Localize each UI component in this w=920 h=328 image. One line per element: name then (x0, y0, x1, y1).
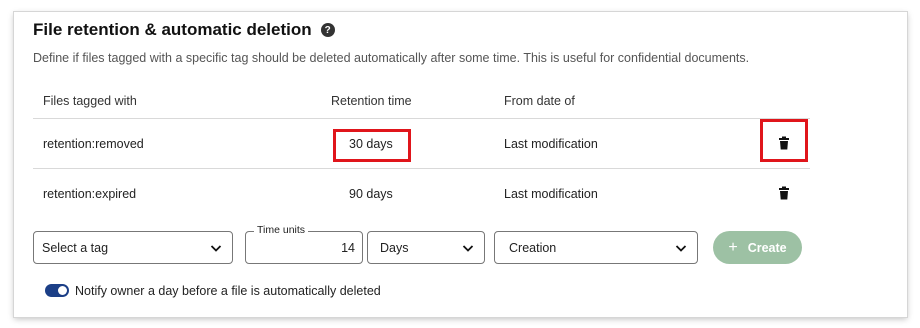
notify-label: Notify owner a day before a file is auto… (75, 284, 381, 298)
title-row: File retention & automatic deletion ? (33, 20, 335, 40)
retention-card: File retention & automatic deletion ? De… (14, 12, 907, 317)
chevron-down-icon (675, 245, 687, 252)
divider (33, 168, 810, 169)
create-button[interactable]: + Create (713, 231, 802, 264)
time-units-field[interactable]: Time units 14 (245, 224, 363, 264)
create-label: Create (747, 240, 787, 255)
date-select[interactable]: Creation (494, 231, 698, 264)
row2-from: Last modification (504, 187, 598, 201)
unit-select[interactable]: Days (367, 231, 485, 264)
row2-retention: 90 days (349, 187, 393, 201)
row1-from: Last modification (504, 137, 598, 151)
trash-icon[interactable] (777, 186, 791, 200)
retention-highlight-box (333, 129, 411, 162)
notify-toggle[interactable] (45, 284, 69, 297)
toggle-knob (58, 286, 67, 295)
time-units-label: Time units (254, 224, 309, 236)
chevron-down-icon (462, 245, 474, 252)
help-icon[interactable]: ? (320, 23, 335, 37)
tag-select-value: Select a tag (42, 240, 109, 255)
time-units-value[interactable]: 14 (341, 241, 355, 255)
header-retention-time: Retention time (331, 94, 412, 108)
divider (33, 118, 810, 119)
section-description: Define if files tagged with a specific t… (33, 51, 750, 65)
section-title: File retention & automatic deletion (33, 20, 312, 39)
tag-select[interactable]: Select a tag (33, 231, 233, 264)
row1-tag: retention:removed (43, 137, 144, 151)
header-from-date-of: From date of (504, 94, 575, 108)
header-files-tagged-with: Files tagged with (43, 94, 137, 108)
row2-tag: retention:expired (43, 187, 137, 201)
unit-select-value: Days (380, 240, 409, 255)
date-select-value: Creation (509, 240, 557, 255)
chevron-down-icon (210, 245, 222, 252)
delete-highlight-box (760, 119, 808, 162)
plus-icon: + (728, 238, 738, 256)
